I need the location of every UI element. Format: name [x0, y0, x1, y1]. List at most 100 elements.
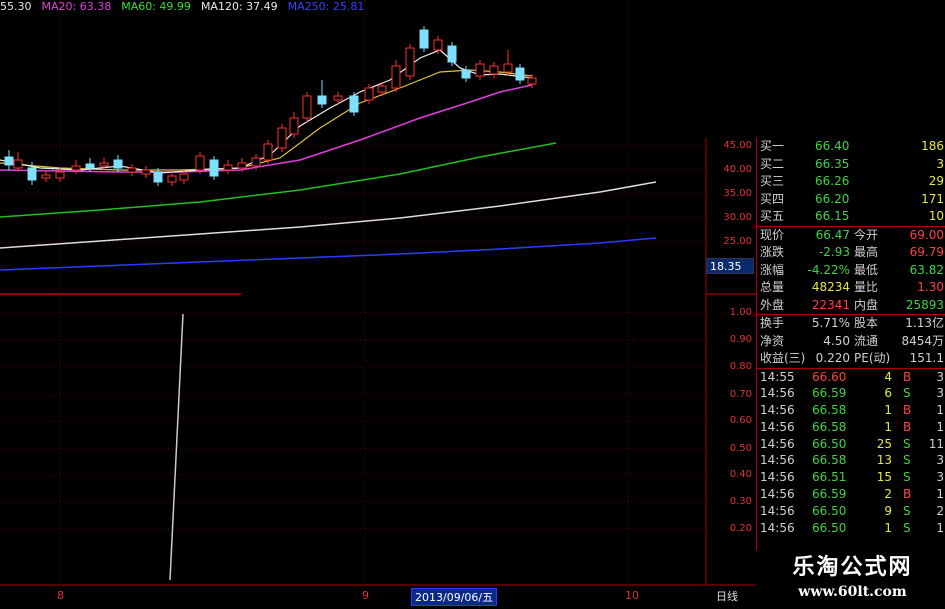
candle-body — [13, 159, 23, 169]
ma-legend-item: MA60: 49.99 — [121, 0, 191, 13]
tick-volume: 4 — [884, 369, 892, 384]
candle-body — [419, 29, 429, 49]
tick-side: S — [903, 453, 911, 468]
candle-body — [251, 157, 261, 167]
price-tick: 30.00 — [723, 212, 752, 223]
tick-count: 3 — [936, 470, 944, 485]
candle-body — [433, 39, 443, 51]
tick-count: 2 — [936, 503, 944, 518]
indicator-tick: 1.00 — [729, 307, 752, 318]
candle-body — [237, 162, 247, 169]
candle-body — [153, 171, 163, 183]
stats-label: 收益(三) — [760, 351, 806, 365]
tick-count: 1 — [936, 487, 944, 502]
candle-body — [4, 156, 14, 166]
period-button[interactable]: 日线 — [716, 588, 738, 604]
quote-row: 总量 48234 量比 1.30 — [757, 279, 945, 297]
candle-body — [71, 165, 81, 171]
tick-side: S — [903, 520, 911, 535]
x-label: 9 — [362, 589, 369, 602]
tick-side: B — [903, 369, 912, 384]
stats-row: 收益(三) 0.220 PE(动) 151.1 — [757, 350, 945, 368]
tick-row: 14:56 66.50 9 S 2 — [757, 503, 945, 520]
bid-row: 买四 66.20 171 — [757, 191, 945, 209]
bid-volume: 29 — [928, 174, 944, 188]
bid-volume: 171 — [921, 191, 944, 206]
watermark: 乐淘公式网 www.60lt.com — [760, 552, 945, 609]
candle-body — [141, 169, 151, 175]
candle-body — [349, 95, 359, 113]
bid-price: 66.26 — [815, 174, 850, 188]
bid-row: 买三 66.26 29 — [757, 173, 945, 191]
candle-body — [195, 155, 205, 171]
x-label: 10 — [625, 589, 639, 602]
candle-body — [317, 95, 327, 105]
bid-volume: 186 — [921, 139, 944, 153]
watermark-url: www.60lt.com — [798, 584, 907, 600]
tick-side: S — [903, 436, 911, 451]
stats-value: 151.1 — [909, 351, 944, 365]
tick-side: S — [903, 470, 911, 485]
candle-body — [223, 164, 233, 171]
tick-count: 3 — [936, 453, 944, 468]
watermark-title: 乐淘公式网 — [792, 554, 913, 580]
quote-label: 量比 — [854, 280, 879, 294]
tick-count: 3 — [936, 386, 944, 401]
quote-row: 现价 66.47 今开 69.00 — [757, 225, 945, 245]
quote-label: 最高 — [854, 245, 879, 259]
candle-body — [515, 67, 525, 81]
ma60-line — [0, 142, 557, 218]
tick-time: 14:56 — [760, 436, 795, 451]
candle-body — [289, 117, 299, 135]
tick-volume: 1 — [884, 419, 892, 434]
ma120-line — [0, 181, 657, 249]
indicator-tick: 0.40 — [729, 469, 752, 480]
quote-row: 涨跌 -2.93 最高 69.79 — [757, 244, 945, 262]
tick-row: 14:56 66.58 13 S 3 — [757, 452, 945, 469]
indicator-tick: 0.80 — [729, 361, 752, 372]
tick-time: 14:56 — [760, 487, 795, 502]
quote-value: 69.79 — [909, 245, 944, 259]
ma-legend-item: MA120: 37.49 — [200, 0, 278, 13]
indicator-tick: 0.50 — [729, 443, 752, 454]
quote-value: -4.22% — [807, 262, 850, 277]
tick-price: 66.51 — [812, 470, 847, 485]
quote-value: 63.82 — [909, 262, 944, 277]
bid-label: 买三 — [760, 174, 785, 188]
tick-row: 14:56 66.59 6 S 3 — [757, 385, 945, 402]
current-price-marker: 18.35 — [706, 258, 754, 274]
quote-value: 22341 — [811, 297, 850, 312]
kline-chart[interactable] — [0, 0, 756, 609]
price-tick: 40.00 — [723, 164, 752, 175]
tick-time: 14:56 — [760, 403, 795, 418]
indicator-tick: 0.20 — [729, 523, 752, 534]
stats-value: 8454万 — [901, 333, 944, 348]
bid-volume: 3 — [936, 156, 944, 171]
quote-label: 总量 — [760, 280, 785, 294]
candle-body — [503, 63, 513, 73]
tick-count: 1 — [936, 403, 944, 418]
x-label: 8 — [57, 589, 64, 602]
quote-label: 最低 — [854, 262, 879, 277]
tick-volume: 13 — [876, 453, 892, 468]
candle-body — [391, 65, 401, 89]
bid-price: 66.15 — [815, 209, 850, 223]
tick-volume: 2 — [884, 487, 892, 502]
ma-legend: 55.30 MA20: 63.38 MA60: 49.99 MA120: 37.49 M… — [0, 0, 374, 14]
tick-price: 66.58 — [812, 419, 847, 434]
tick-time: 14:55 — [760, 369, 795, 384]
candle-body — [113, 159, 123, 169]
candle-body — [447, 45, 457, 63]
ma250-line — [0, 237, 657, 271]
quote-label: 内盘 — [854, 297, 879, 312]
tick-price: 66.58 — [812, 453, 847, 468]
candle-body — [333, 95, 343, 101]
candle-body — [405, 47, 415, 77]
ma-legend-item: MA250: 25.81 — [287, 0, 365, 13]
tick-time: 14:56 — [760, 419, 795, 434]
tick-side: B — [903, 403, 912, 418]
candle-body — [377, 85, 387, 93]
candle-body — [179, 173, 189, 181]
tick-volume: 1 — [884, 520, 892, 535]
tick-count: 1 — [936, 520, 944, 535]
